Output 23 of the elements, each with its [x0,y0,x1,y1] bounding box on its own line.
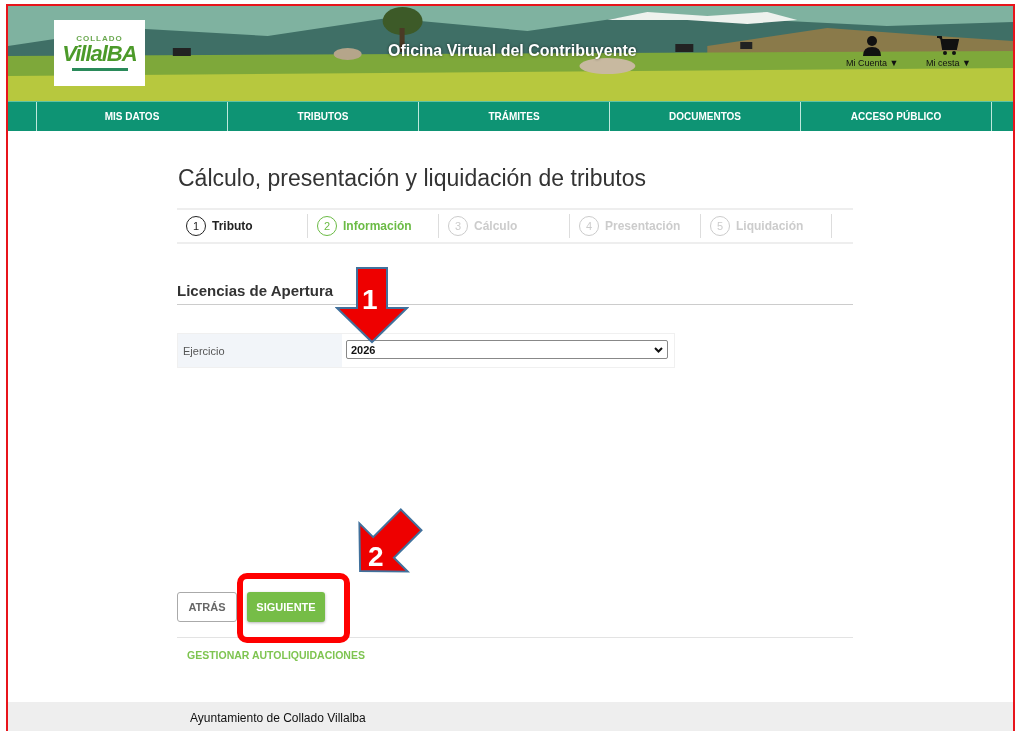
nav-item[interactable]: TRÁMITES [419,102,610,131]
footer-title: Ayuntamiento de Collado Villalba [190,711,366,725]
nav-item[interactable]: DOCUMENTOS [610,102,801,131]
wizard-step[interactable]: 1 Tributo [177,214,308,238]
year-select[interactable]: 2026 [346,340,668,359]
back-button[interactable]: ATRÁS [177,592,237,622]
next-button[interactable]: SIGUIENTE [247,592,325,622]
cart-icon[interactable] [937,36,960,56]
wizard-step[interactable]: 2 Información [308,214,439,238]
nav-item[interactable]: TRIBUTOS [228,102,419,131]
page-title: Cálculo, presentación y liquidación de tributos [178,165,647,192]
cart-menu[interactable]: Mi cesta ▼ [926,58,971,68]
nav-item[interactable]: MIS DATOS [37,102,228,131]
account-menu[interactable]: Mi Cuenta ▼ [846,58,899,68]
logo[interactable]: COLLADO VillalBA [54,20,145,86]
nav-item[interactable]: ACCESO PÚBLICO [801,102,992,131]
field-label: Ejercicio [178,334,342,367]
annotation-number: 1 [362,286,378,314]
chevron-down-icon [654,346,663,353]
user-icon[interactable] [863,36,882,56]
site-title: Oficina Virtual del Contribuyente [388,42,637,60]
annotation-number: 2 [368,543,384,571]
manage-link[interactable]: GESTIONAR AUTOLIQUIDACIONES [187,649,365,661]
